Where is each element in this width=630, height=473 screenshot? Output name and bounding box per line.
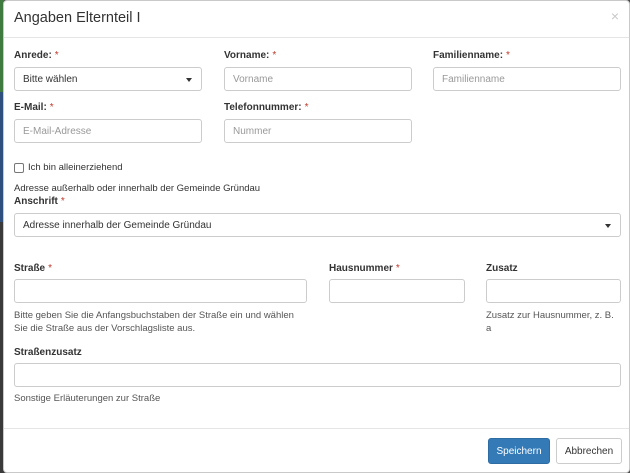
required-marker: * bbox=[49, 102, 54, 113]
caret-down-icon bbox=[186, 78, 192, 82]
zusatz-help-line2: a bbox=[486, 323, 492, 334]
email-input[interactable] bbox=[14, 119, 202, 143]
strasse-label: Straße * bbox=[14, 263, 53, 274]
adresse-hint: Adresse außerhalb oder innerhalb der Gem… bbox=[14, 183, 261, 194]
cancel-button[interactable]: Abbrechen bbox=[556, 438, 622, 464]
alleinerziehend-label[interactable]: Ich bin alleinerziehend bbox=[28, 161, 123, 174]
strasse-input[interactable] bbox=[14, 279, 307, 303]
hausnummer-input[interactable] bbox=[329, 279, 465, 303]
close-icon[interactable]: × bbox=[611, 9, 619, 23]
anschrift-label: Anschrift * bbox=[14, 196, 65, 207]
required-marker: * bbox=[60, 196, 65, 207]
required-marker: * bbox=[506, 50, 510, 61]
anschrift-selected-value: Adresse innerhalb der Gemeinde Gründau bbox=[23, 219, 212, 231]
required-marker: * bbox=[272, 50, 277, 61]
familienname-label: Familienname: * bbox=[433, 50, 510, 61]
required-marker: * bbox=[304, 102, 309, 113]
zusatz-label: Zusatz bbox=[486, 263, 518, 274]
telefon-label: Telefonnummer: * bbox=[224, 102, 309, 113]
email-label: E-Mail: * bbox=[14, 102, 54, 113]
required-marker: * bbox=[395, 263, 400, 274]
vorname-label: Vorname: * bbox=[224, 50, 277, 61]
strasse-help-line2: Sie die Straße aus der Vorschlagsliste a… bbox=[14, 323, 196, 334]
anrede-select[interactable]: Bitte wählen bbox=[14, 67, 202, 91]
telefon-input[interactable] bbox=[224, 119, 412, 143]
modal-dialog: Angaben Elternteil I × Anrede: * Bitte wä… bbox=[3, 0, 630, 473]
anrede-selected-value: Bitte wählen bbox=[23, 73, 78, 85]
required-marker: * bbox=[54, 50, 59, 61]
modal-header: Angaben Elternteil I × bbox=[4, 1, 629, 38]
hausnummer-label: Hausnummer * bbox=[329, 263, 400, 274]
familienname-input[interactable] bbox=[433, 67, 621, 91]
modal-title: Angaben Elternteil I bbox=[14, 10, 141, 26]
save-button[interactable]: Speichern bbox=[488, 438, 550, 464]
alleinerziehend-checkbox[interactable] bbox=[14, 163, 24, 173]
strasse-help-line1: Bitte geben Sie die Anfangsbuchstaben de… bbox=[14, 310, 294, 321]
zusatz-input[interactable] bbox=[486, 279, 621, 303]
zusatz-help-line1: Zusatz zur Hausnummer, z. B. bbox=[486, 310, 614, 321]
strassenzusatz-input[interactable] bbox=[14, 363, 621, 387]
strassenzusatz-help: Sonstige Erläuterungen zur Straße bbox=[14, 393, 161, 404]
required-marker: * bbox=[48, 263, 53, 274]
caret-down-icon bbox=[605, 224, 611, 228]
anschrift-select[interactable]: Adresse innerhalb der Gemeinde Gründau bbox=[14, 213, 621, 237]
vorname-input[interactable] bbox=[224, 67, 412, 91]
modal-footer: Speichern Abbrechen bbox=[4, 428, 629, 472]
anrede-label: Anrede: * bbox=[14, 50, 59, 61]
strassenzusatz-label: Straßenzusatz bbox=[14, 347, 82, 358]
